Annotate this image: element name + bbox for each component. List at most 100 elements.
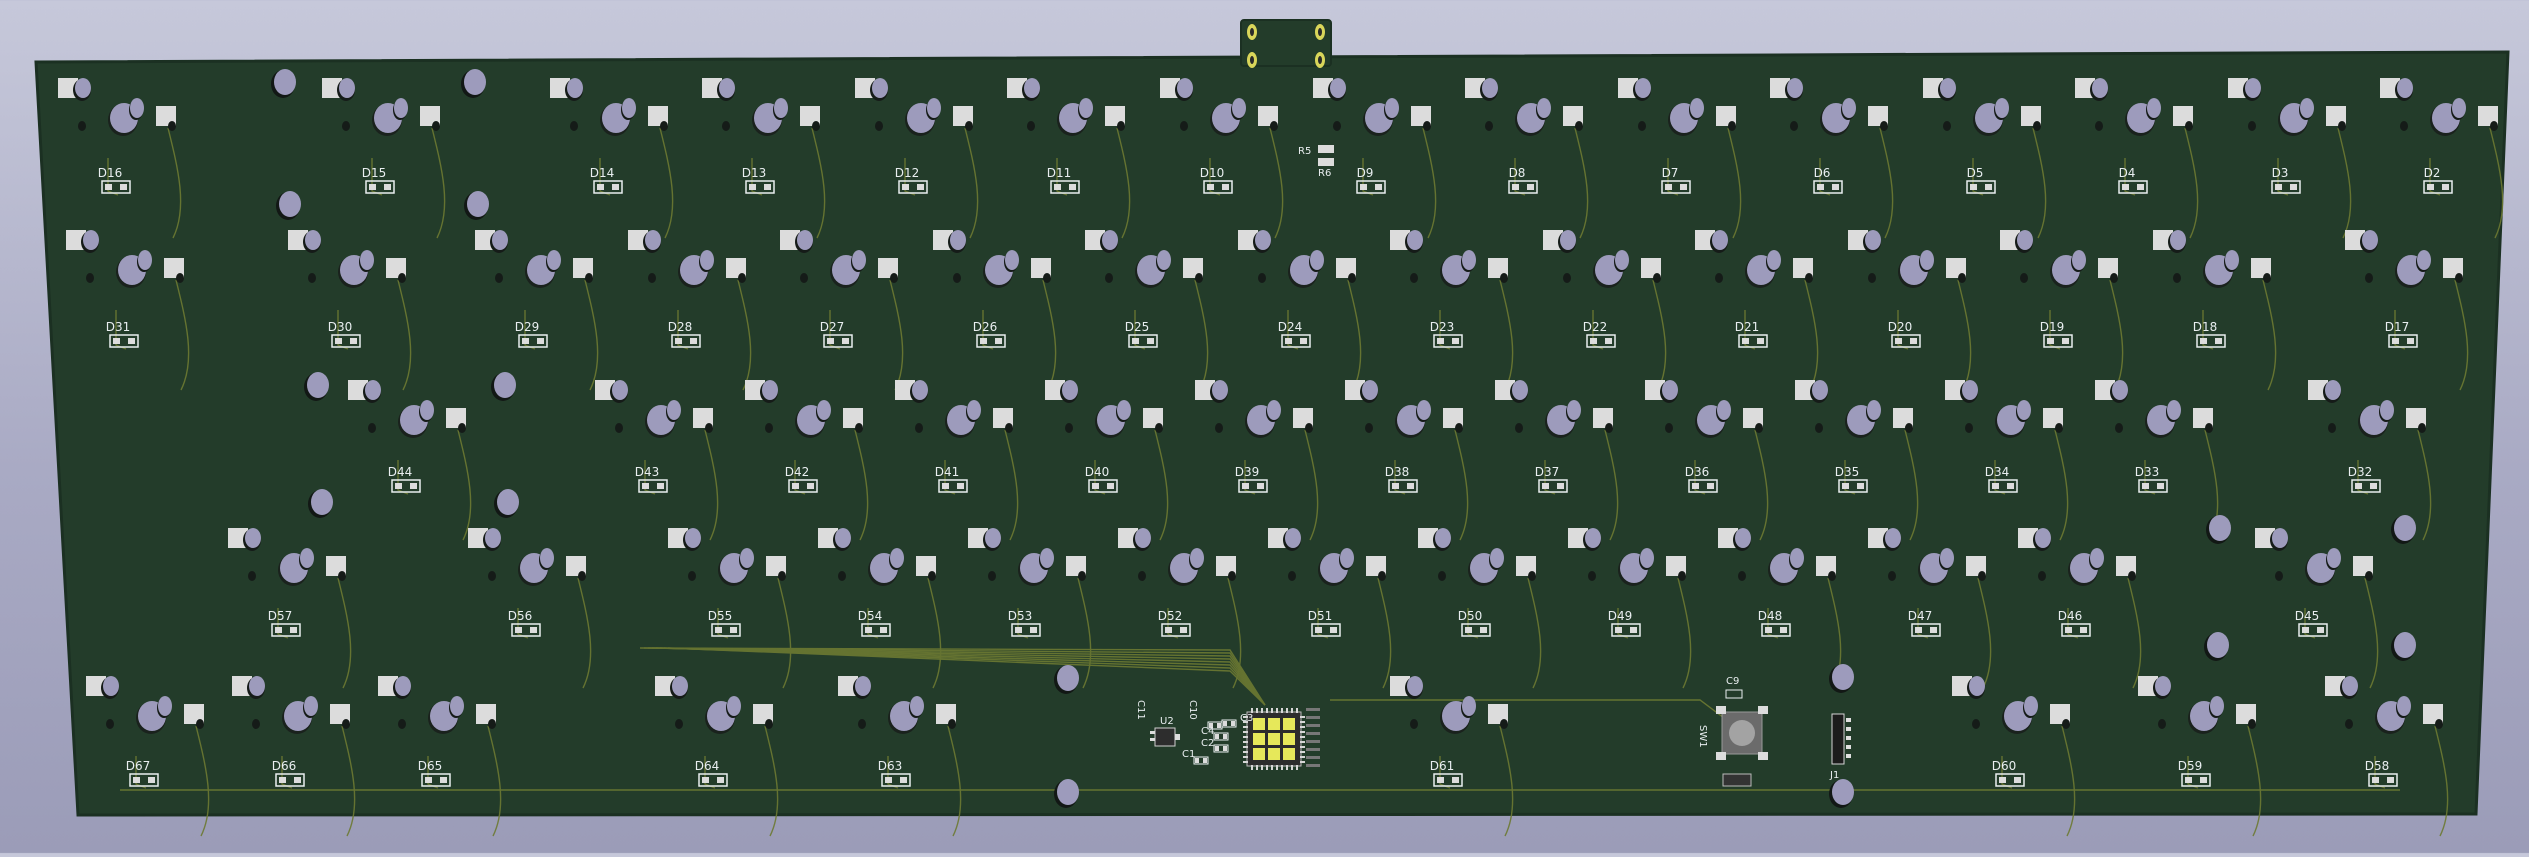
mcu-thermal-pad (1253, 733, 1265, 745)
switch-hole (910, 696, 924, 716)
switch-pin-hole (1958, 273, 1966, 283)
mcu-pin (1261, 708, 1263, 713)
diode-pad (2427, 184, 2434, 190)
switch-pin-hole (1288, 571, 1296, 581)
mcu-pin (1243, 746, 1248, 748)
switch-pin-hole (458, 423, 466, 433)
switch-hole (890, 548, 904, 568)
switch-hole (245, 528, 261, 548)
diode-label: D60 (1992, 759, 2017, 773)
switch-label: SW1 (1697, 725, 1708, 748)
switch-hole (1995, 98, 2009, 118)
regulator-pin (1175, 734, 1180, 740)
mounting-hole (307, 372, 329, 398)
diode-pad (1832, 184, 1839, 190)
switch-pin-hole (1943, 121, 1951, 131)
switch-pin-hole (1043, 273, 1051, 283)
diode-pad (1985, 184, 1992, 190)
switch-hole (1117, 400, 1131, 420)
mounting-hole (274, 69, 296, 95)
diode-pad (2200, 777, 2207, 783)
switch-pin-hole (965, 121, 973, 131)
regulator-pin (1150, 738, 1155, 741)
resistor-label: R6 (1318, 168, 1331, 179)
switch-hole (1255, 230, 1271, 250)
switch-hole (2017, 230, 2033, 250)
mcu-pin (1286, 708, 1288, 713)
switch-hole (1717, 400, 1731, 420)
diode-label: D10 (1200, 166, 1225, 180)
diode-label: D50 (1458, 609, 1483, 623)
diode-label: D19 (2040, 320, 2065, 334)
diode-pad (1999, 777, 2006, 783)
diode-label: D48 (1758, 609, 1783, 623)
switch-pin-hole (1270, 121, 1278, 131)
mcu-pin (1243, 761, 1248, 763)
diode-pad (2062, 338, 2069, 344)
switch-hole (1812, 380, 1828, 400)
diode-pad (2290, 184, 2297, 190)
diode-pad (1630, 627, 1637, 633)
switch-leg (1716, 706, 1726, 714)
switch-pin-hole (2263, 273, 2271, 283)
switch-pin-hole (738, 273, 746, 283)
switch-pin-hole (2062, 719, 2070, 729)
mounting-hole (279, 191, 301, 217)
switch-pin-hole (688, 571, 696, 581)
switch-pin-hole (2365, 571, 2373, 581)
diode-label: D18 (2193, 320, 2218, 334)
usb-shield-hole (1250, 28, 1254, 36)
mcu-fanout (1306, 708, 1320, 711)
switch-pin-hole (615, 423, 623, 433)
switch-hole (1690, 98, 1704, 118)
switch-hole (1635, 78, 1651, 98)
usb-shield-hole (1318, 28, 1322, 36)
diode-label: D46 (2058, 609, 2083, 623)
diode-pad (1557, 483, 1564, 489)
switch-hole (2272, 528, 2288, 548)
diode-pad (749, 184, 756, 190)
diode-label: D12 (895, 166, 920, 180)
switch-hole (547, 250, 561, 270)
switch-pin-hole (705, 423, 713, 433)
mcu-pin (1300, 736, 1305, 738)
mounting-hole (311, 489, 333, 515)
switch-pin-hole (1528, 571, 1536, 581)
pcb-3d-viewer[interactable]: D16 D15 D14 D13 D12 D11 D10 D9 D8 D7 D6 D5 D4 D3 D2 D31… (0, 0, 2529, 853)
diode-label: D59 (2178, 759, 2203, 773)
switch-hole (797, 230, 813, 250)
switch-hole (2024, 696, 2038, 716)
capacitor-label: C11 (1135, 700, 1146, 720)
switch-hole (1885, 528, 1901, 548)
diode-pad (900, 777, 907, 783)
switch-hole (2362, 230, 2378, 250)
switch-hole (2092, 78, 2108, 98)
switch-pin-hole (2435, 719, 2443, 729)
switch-hole (1615, 250, 1629, 270)
diode-pad (2302, 627, 2309, 633)
switch-pin-hole (838, 571, 846, 581)
diode-pad (1180, 627, 1187, 633)
switch-pin-hole (2128, 571, 2136, 581)
switch-pin-hole (368, 423, 376, 433)
switch-pin-hole (342, 719, 350, 729)
mounting-hole (1832, 664, 1854, 690)
switch-pin-hole (488, 571, 496, 581)
switch-hole (420, 400, 434, 420)
diode-pad (133, 777, 140, 783)
mcu-pin (1291, 708, 1293, 713)
switch-hole (1024, 78, 1040, 98)
mcu-pin (1300, 746, 1305, 748)
diode-label: D14 (590, 166, 615, 180)
diode-pad (425, 777, 432, 783)
switch-hole (2147, 98, 2161, 118)
diode-pad (440, 777, 447, 783)
switch-pin-hole (196, 719, 204, 729)
diode-pad (2200, 338, 2207, 344)
mcu-thermal-pad (1283, 718, 1295, 730)
switch-hole (1340, 548, 1354, 568)
diode-pad (2137, 184, 2144, 190)
switch-pin-hole (1715, 273, 1723, 283)
connector-pin (1846, 736, 1851, 740)
diode-label: D9 (1357, 166, 1374, 180)
